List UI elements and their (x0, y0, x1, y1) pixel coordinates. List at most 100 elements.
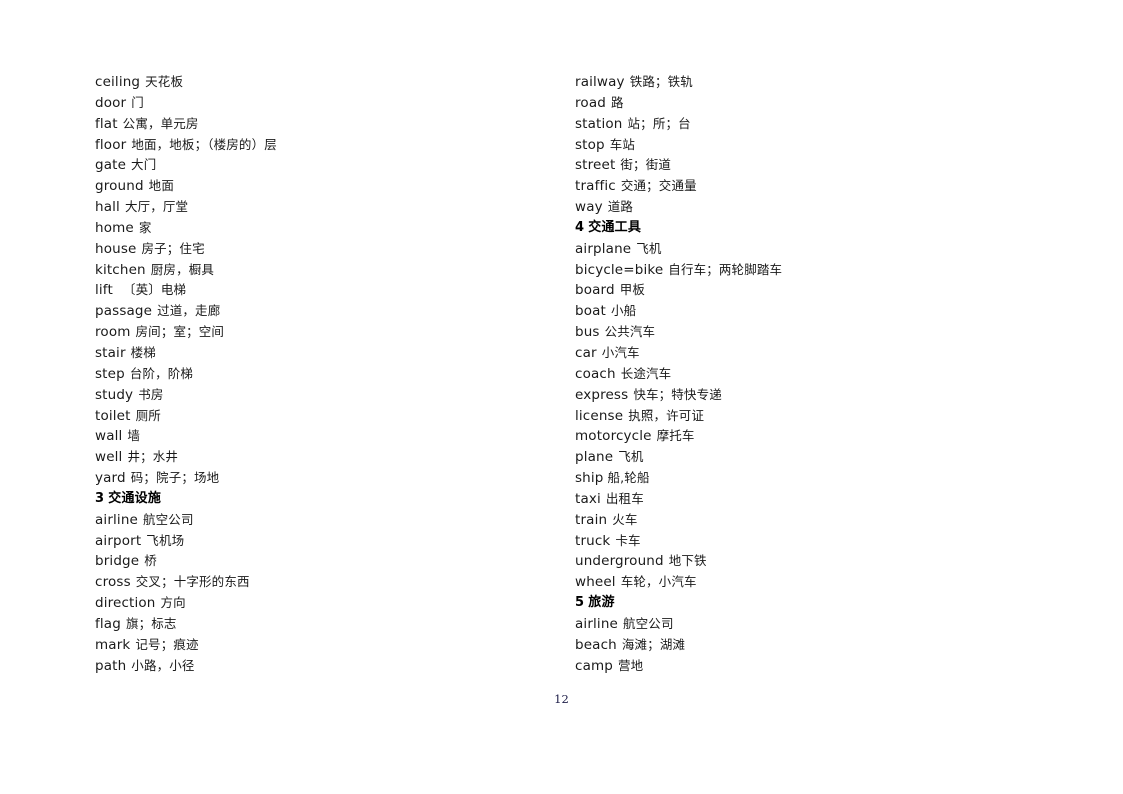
vocabulary-entry: study 书房 (95, 385, 535, 406)
vocabulary-entry: ship 船,轮船 (575, 468, 1035, 489)
entry-term: airplane (575, 240, 632, 257)
vocabulary-entry: room 房间；室；空间 (95, 322, 535, 343)
entry-term: path (95, 657, 127, 674)
vocabulary-entry: wheel 车轮，小汽车 (575, 572, 1035, 593)
entry-term: airline (575, 615, 618, 632)
vocabulary-entry: home 家 (95, 218, 535, 239)
entry-gloss: 房间；室；空间 (135, 324, 225, 340)
entry-term: railway (575, 74, 625, 90)
entry-term: car (575, 344, 597, 361)
vocabulary-entry: mark 记号；痕迹 (95, 635, 535, 656)
entry-term: passage (95, 303, 153, 320)
entry-gloss: 营地 (618, 657, 644, 673)
entry-gloss: 飞机场 (146, 532, 185, 548)
vocabulary-entry: license 执照，许可证 (575, 406, 1035, 427)
entry-gloss: 飞机 (618, 449, 644, 465)
document-page: ceiling 天花板 door 门 flat 公寓，单元房 floor 地面，地板；（楼房的… (0, 0, 1123, 794)
entry-gloss: 路 (610, 94, 624, 110)
entry-term: boat (575, 303, 606, 320)
entry-term: toilet (95, 407, 131, 424)
entry-term: step (95, 365, 125, 382)
vocabulary-entry: bicycle=bike 自行车；两轮脚踏车 (575, 260, 1035, 281)
vocabulary-entry: plane 飞机 (575, 447, 1035, 468)
vocabulary-entry: car 小汽车 (575, 343, 1035, 364)
vocabulary-entry: kitchen 厨房，橱具 (95, 260, 535, 281)
entry-gloss: 旗；标志 (125, 615, 177, 631)
vocabulary-entry: way 道路 (575, 197, 1035, 218)
vocabulary-entry: motorcycle 摩托车 (575, 426, 1035, 447)
entry-term: street (575, 157, 616, 174)
vocabulary-entry: gate 大门 (95, 155, 535, 176)
entry-term: kitchen (95, 261, 146, 278)
entry-term: airline (95, 511, 138, 528)
entry-gloss: 小路，小径 (131, 657, 195, 673)
vocabulary-entry: toilet 厕所 (95, 406, 535, 427)
entry-term: wall (95, 428, 123, 445)
entry-term: underground (575, 553, 664, 570)
entry-gloss: 墙 (127, 428, 141, 444)
vocabulary-entry: stop 车站 (575, 135, 1035, 156)
entry-gloss: 执照，许可证 (628, 407, 705, 423)
entry-term: way (575, 199, 603, 216)
entry-gloss: 厨房，橱具 (150, 261, 215, 277)
entry-term: bridge (95, 553, 140, 570)
entry-gloss: 街；街道 (620, 157, 671, 173)
entry-term: ceiling (95, 74, 141, 90)
entry-term: plane (575, 449, 614, 466)
entry-gloss: 井；水井 (127, 449, 179, 465)
entry-term: airport (95, 532, 142, 549)
vocabulary-entry: street 街；街道 (575, 155, 1035, 176)
entry-term: bicycle=bike (575, 261, 664, 278)
vocabulary-entry: beach 海滩；湖滩 (575, 635, 1035, 656)
vocabulary-entry: stair 楼梯 (95, 343, 535, 364)
entry-gloss: 船,轮船 (607, 470, 650, 486)
entry-term: license (575, 407, 624, 424)
vocabulary-entry: well 井；水井 (95, 447, 535, 468)
entry-term: ground (95, 178, 144, 195)
entry-term: road (575, 94, 606, 111)
entry-gloss: 摩托车 (656, 428, 695, 444)
entry-gloss: 地下铁 (668, 553, 707, 569)
vocabulary-entry: boat 小船 (575, 301, 1035, 322)
entry-gloss: 码；院子；场地 (130, 470, 220, 486)
entry-term: motorcycle (575, 428, 652, 445)
vocabulary-entry: camp 营地 (575, 656, 1035, 677)
entry-term: house (95, 240, 137, 257)
entry-gloss: 小汽车 (601, 344, 640, 360)
vocabulary-entry: road 路 (575, 93, 1035, 114)
entry-term: floor (95, 136, 127, 153)
vocabulary-entry: floor 地面，地板；（楼房的）层 (95, 135, 535, 156)
entry-gloss: 大门 (131, 157, 157, 173)
entry-gloss: 火车 (612, 511, 638, 527)
entry-term: cross (95, 574, 131, 591)
entry-term: lift (95, 282, 113, 299)
vocabulary-entry: train 火车 (575, 510, 1035, 531)
vocabulary-entry: board 甲板 (575, 280, 1035, 301)
entry-gloss: 家 (138, 219, 152, 235)
entry-gloss: 甲板 (619, 282, 646, 298)
entry-term: board (575, 282, 615, 299)
entry-gloss: 自行车；两轮脚踏车 (668, 261, 783, 277)
entry-gloss: 站；所；台 (627, 115, 691, 131)
entry-term: stair (95, 344, 126, 361)
entry-term: beach (575, 636, 617, 653)
entry-term: bus (575, 324, 600, 341)
entry-gloss: 道路 (607, 199, 634, 215)
vocabulary-column-left: ceiling 天花板 door 门 flat 公寓，单元房 floor 地面，地板；（楼房的… (95, 72, 535, 676)
vocabulary-entry: door 门 (95, 93, 535, 114)
entry-term: ship (575, 470, 604, 487)
entry-gloss: 海滩；湖滩 (621, 636, 686, 652)
entry-gloss: 大厅，厅堂 (124, 199, 189, 215)
entry-term: direction (95, 595, 156, 612)
entry-gloss: 小船 (611, 303, 637, 319)
vocabulary-entry: path 小路，小径 (95, 656, 535, 677)
entry-gloss: 航空公司 (143, 511, 194, 527)
vocabulary-entry: house 房子；住宅 (95, 239, 535, 260)
section-heading-title: 旅游 (588, 595, 615, 611)
entry-term: station (575, 115, 623, 132)
section-heading: 5 旅游 (575, 593, 1035, 614)
vocabulary-entry: traffic 交通；交通量 (575, 176, 1035, 197)
entry-gloss: 公共汽车 (604, 324, 656, 340)
vocabulary-entry: airline 航空公司 (95, 510, 535, 531)
vocabulary-entry: taxi 出租车 (575, 489, 1035, 510)
